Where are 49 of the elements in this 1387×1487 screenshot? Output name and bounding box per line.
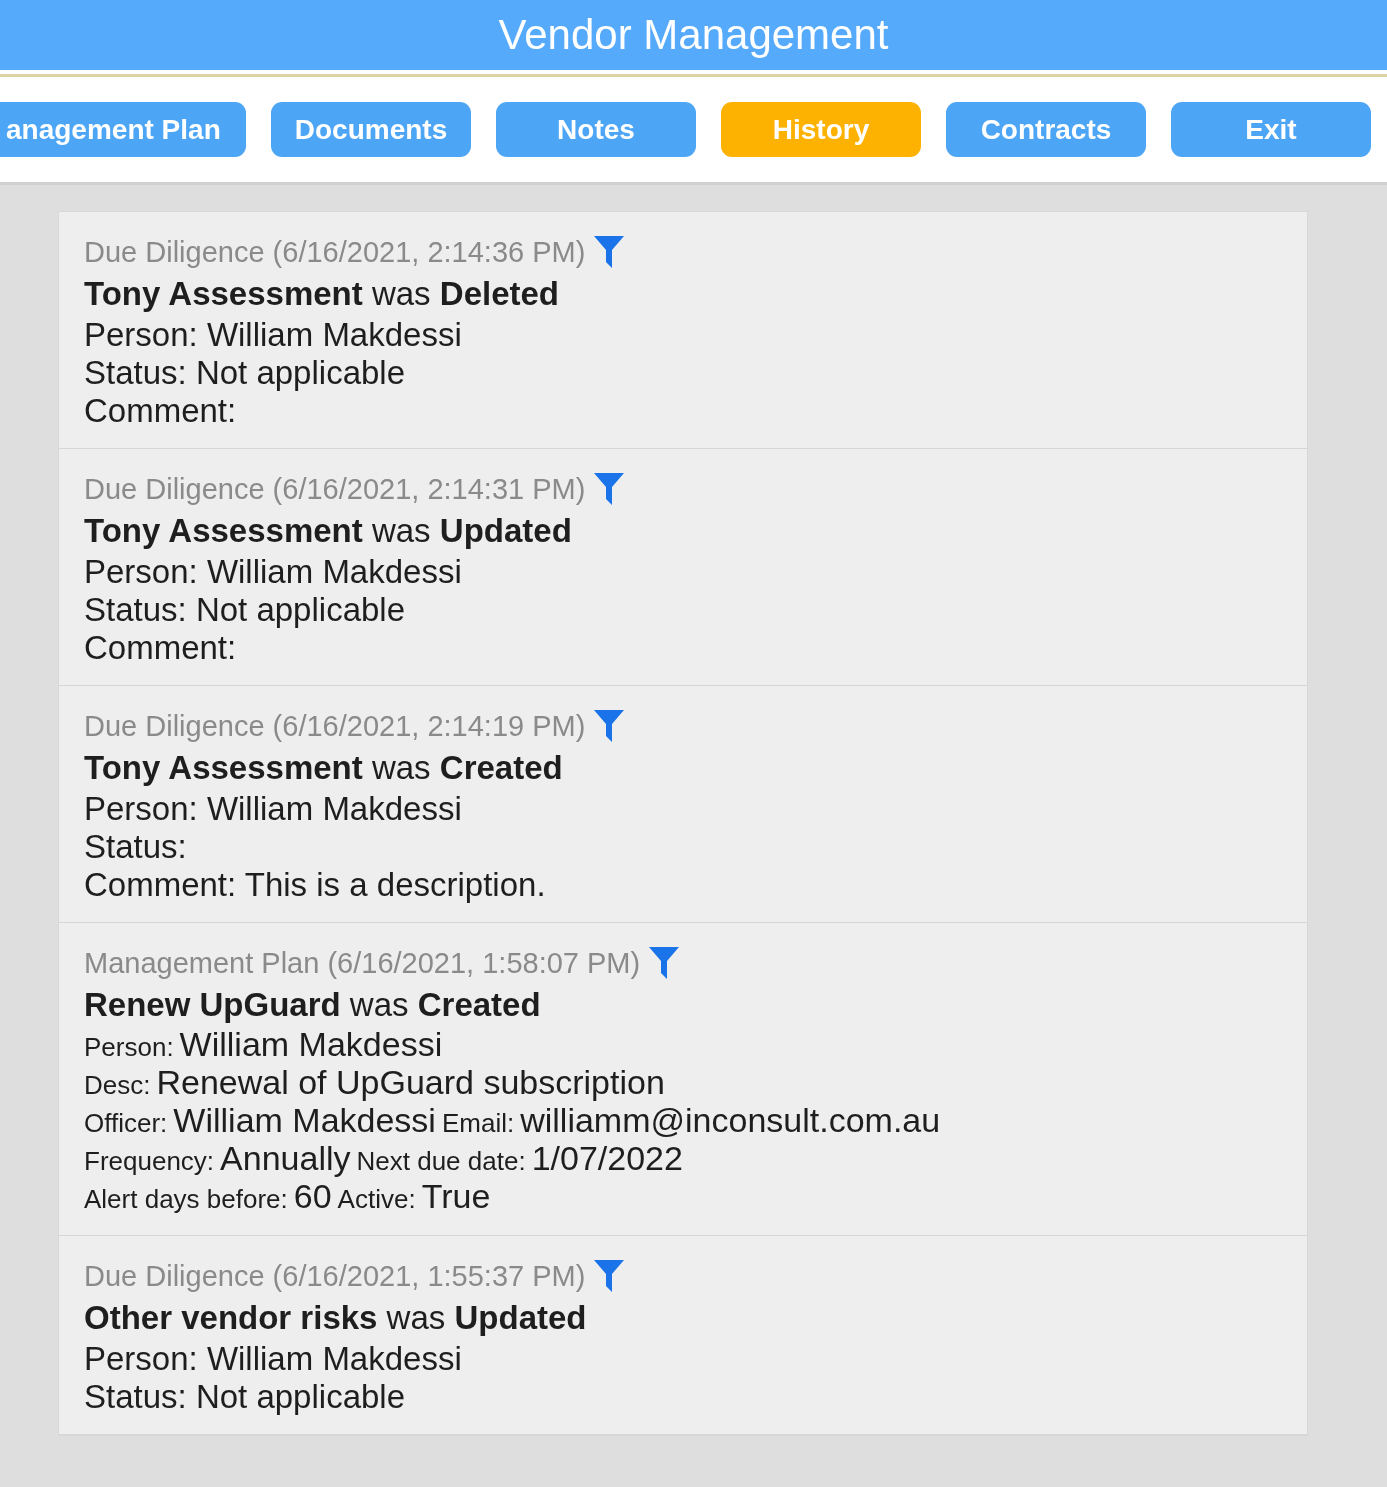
field-label: Person: bbox=[84, 1034, 174, 1060]
entry-detail: Status: Not applicable bbox=[84, 591, 407, 629]
field-value: William Makdessi bbox=[179, 1027, 443, 1061]
entry-title: Tony Assessment was Updated bbox=[84, 511, 573, 551]
nav-tab[interactable]: History bbox=[721, 102, 921, 157]
field-value: William Makdessi bbox=[173, 1103, 436, 1137]
entry-detail: Person: William Makdessi bbox=[84, 790, 463, 828]
entry-heading: Due Diligence (6/16/2021, 1:55:37 PM) bbox=[84, 1259, 586, 1294]
entry-detail: Person: William Makdessi bbox=[84, 553, 463, 591]
filter-icon[interactable] bbox=[593, 709, 626, 743]
entry-title: Tony Assessment was Deleted bbox=[84, 274, 560, 314]
field-value: williamm@inconsult.com.au bbox=[520, 1103, 941, 1137]
nav-tab[interactable]: Exit bbox=[1171, 102, 1371, 157]
field-label: Officer: bbox=[84, 1110, 168, 1136]
entry-detail: Status: bbox=[84, 828, 188, 866]
entry-heading: Due Diligence (6/16/2021, 2:14:36 PM) bbox=[84, 235, 586, 270]
field-value: 60 bbox=[293, 1179, 332, 1213]
field-label: Next due date: bbox=[356, 1148, 526, 1174]
entry-title: Renew UpGuard was Created bbox=[84, 985, 542, 1025]
entry-detail: Comment: This is a description. bbox=[84, 866, 547, 904]
field-label: Frequency: bbox=[84, 1148, 215, 1174]
entry-title: Other vendor risks was Updated bbox=[84, 1298, 588, 1338]
field-label: Desc: bbox=[84, 1072, 151, 1098]
filter-icon[interactable] bbox=[593, 1259, 626, 1293]
field-label: Alert days before: bbox=[84, 1186, 288, 1212]
page-title: Vendor Management bbox=[498, 11, 889, 59]
field-value: Renewal of UpGuard subscription bbox=[156, 1065, 665, 1099]
entry-detail: Person: William Makdessi bbox=[84, 1340, 463, 1378]
field-value: 1/07/2022 bbox=[531, 1141, 683, 1175]
entry-detail: Status: Not applicable bbox=[84, 354, 407, 392]
nav-tab[interactable]: Documents bbox=[271, 102, 471, 157]
entry-heading: Due Diligence (6/16/2021, 2:14:19 PM) bbox=[84, 709, 586, 744]
nav-tab[interactable]: Contracts bbox=[946, 102, 1146, 157]
nav-tab[interactable]: Notes bbox=[496, 102, 696, 157]
field-label: Active: bbox=[337, 1186, 416, 1212]
filter-icon[interactable] bbox=[593, 472, 626, 506]
entry-heading: Management Plan (6/16/2021, 1:58:07 PM) bbox=[84, 946, 641, 981]
field-value: Annually bbox=[220, 1141, 351, 1175]
filter-icon[interactable] bbox=[593, 235, 626, 269]
nav-tab[interactable]: anagement Plan bbox=[0, 102, 246, 157]
field-label: Email: bbox=[441, 1110, 515, 1136]
entry-heading: Due Diligence (6/16/2021, 2:14:31 PM) bbox=[84, 472, 586, 507]
entry-detail: Comment: bbox=[84, 392, 238, 430]
entry-detail: Person: William Makdessi bbox=[84, 316, 463, 354]
entry-title: Tony Assessment was Created bbox=[84, 748, 564, 788]
entry-detail: Comment: bbox=[84, 629, 238, 667]
entry-detail: Status: Not applicable bbox=[84, 1378, 407, 1416]
filter-icon[interactable] bbox=[648, 946, 681, 980]
field-value: True bbox=[421, 1179, 491, 1213]
